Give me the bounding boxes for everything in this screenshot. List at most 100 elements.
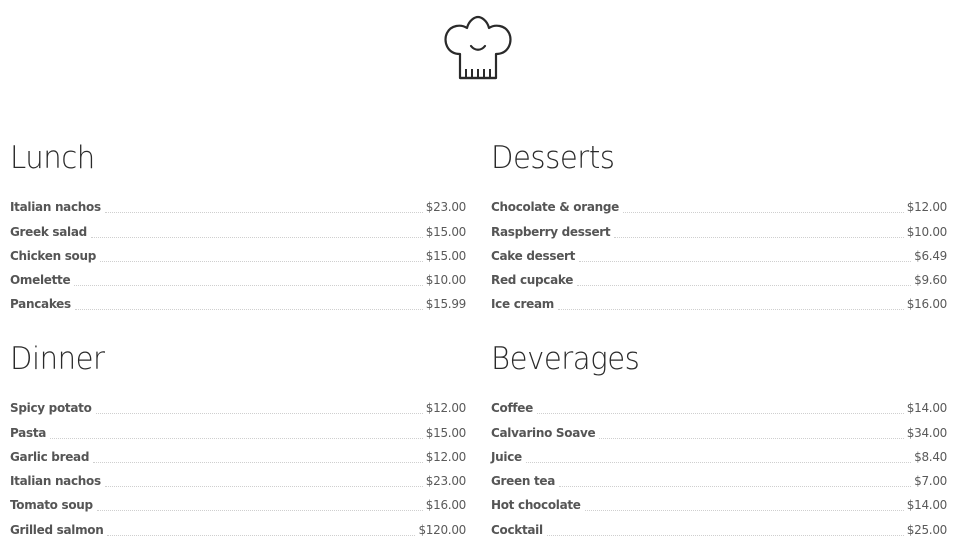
item-name: Cocktail (491, 522, 543, 537)
section-title-beverages: Beverages (491, 341, 640, 377)
menu-item: Tomato soup $16.00 (10, 488, 466, 512)
item-name: Italian nachos (10, 200, 101, 215)
item-price: $15.00 (425, 224, 467, 239)
section-title-lunch: Lunch (10, 140, 95, 176)
dotted-leader (93, 461, 423, 463)
item-price: $15.00 (425, 248, 467, 263)
item-name: Pancakes (10, 297, 71, 312)
menu-item: Green tea $7.00 (491, 464, 947, 488)
section-title-desserts: Desserts (491, 140, 615, 176)
item-name: Pasta (10, 425, 47, 440)
item-name: Tomato soup (10, 498, 93, 513)
menu-item: Grilled salmon $120.00 (10, 512, 466, 537)
dotted-leader (104, 486, 423, 488)
menu-item: Omelette $10.00 (10, 263, 466, 287)
dinner-item-list: Spicy potato $12.00 Pasta $15.00 Garlic br… (10, 391, 467, 537)
menu-item: Hot chocolate $14.00 (491, 488, 947, 512)
dotted-leader (599, 437, 904, 439)
item-name: Spicy potato (10, 401, 92, 416)
item-price: $8.40 (914, 449, 947, 464)
item-name: Juice (491, 449, 522, 464)
dotted-leader (74, 285, 423, 287)
menu-item: Cake dessert $6.49 (491, 239, 947, 263)
item-price: $6.49 (914, 248, 947, 263)
item-price: $15.00 (425, 425, 467, 440)
dotted-leader (614, 236, 904, 238)
menu-item: Pancakes $15.99 (10, 287, 466, 311)
item-name: Chicken soup (10, 248, 97, 263)
beverages-section: Beverages Coffee $14.00 Calvarino Soave $3… (491, 339, 947, 537)
item-price: $120.00 (418, 522, 466, 537)
dotted-leader (107, 534, 416, 536)
dotted-leader (536, 413, 904, 415)
menu-item: Spicy potato $12.00 (10, 391, 466, 415)
menu-item: Raspberry dessert $10.00 (491, 214, 948, 239)
dotted-leader (584, 510, 904, 512)
item-name: Italian nachos (10, 474, 101, 489)
dotted-leader (557, 309, 904, 311)
item-name: Hot chocolate (491, 498, 581, 513)
dotted-leader (525, 461, 912, 463)
item-price: $23.00 (425, 474, 467, 489)
menu-item: Juice $8.40 (491, 440, 947, 464)
item-price: $12.00 (425, 401, 467, 416)
menu-item: Italian nachos $23.00 (10, 190, 466, 214)
menu-item: Garlic bread $12.00 (10, 440, 466, 464)
item-name: Grilled salmon (10, 522, 104, 537)
menu-item: Cocktail $25.00 (491, 512, 948, 537)
menu-item: Italian nachos $23.00 (10, 464, 466, 488)
menu-item: Chocolate & orange $12.00 (491, 190, 947, 214)
item-price: $12.00 (906, 200, 948, 215)
menu-item: Ice cream $16.00 (491, 287, 947, 311)
lunch-item-list: Italian nachos $23.00 Greek salad $15.00 C… (10, 190, 466, 311)
dotted-leader (546, 534, 904, 536)
menu-item: Calvarino Soave $34.00 (491, 415, 948, 440)
dotted-leader (559, 486, 912, 488)
dotted-leader (50, 437, 423, 439)
item-name: Omelette (10, 273, 71, 288)
item-price: $14.00 (906, 498, 948, 513)
item-name: Cake dessert (491, 248, 576, 263)
item-price: $12.00 (425, 449, 467, 464)
dotted-leader (577, 285, 912, 287)
dotted-leader (96, 510, 423, 512)
item-name: Red cupcake (491, 273, 574, 288)
item-price: $10.00 (906, 224, 948, 239)
dotted-leader (104, 212, 423, 214)
item-name: Greek salad (10, 224, 87, 239)
chef-hat-icon (441, 14, 515, 82)
item-name: Chocolate & orange (491, 200, 619, 215)
item-price: $9.60 (914, 273, 947, 288)
dinner-section: Dinner Spicy potato $12.00 Pasta $15.00 Ga… (10, 339, 466, 537)
dotted-leader (90, 236, 423, 238)
item-name: Coffee (491, 401, 533, 416)
menu-item: Chicken soup $15.00 (10, 239, 466, 263)
dotted-leader (623, 212, 904, 214)
dotted-leader (579, 260, 912, 262)
dotted-leader (100, 260, 423, 262)
dotted-leader (74, 309, 423, 311)
menu-item: Coffee $14.00 (491, 391, 947, 415)
item-name: Calvarino Soave (491, 425, 596, 440)
item-price: $16.00 (906, 297, 948, 312)
lunch-section: Lunch Italian nachos $23.00 Greek salad $1… (10, 138, 466, 311)
section-title-dinner: Dinner (10, 341, 105, 377)
item-price: $23.00 (425, 200, 467, 215)
item-name: Raspberry dessert (491, 224, 611, 239)
beverages-item-list: Coffee $14.00 Calvarino Soave $34.00 Juice… (491, 391, 948, 537)
item-price: $25.00 (906, 522, 948, 537)
item-price: $16.00 (425, 498, 467, 513)
item-price: $15.99 (425, 297, 467, 312)
item-price: $34.00 (906, 425, 948, 440)
item-price: $10.00 (425, 273, 467, 288)
menu-item: Red cupcake $9.60 (491, 263, 947, 287)
item-name: Ice cream (491, 297, 554, 312)
menu-item: Greek salad $15.00 (10, 214, 467, 239)
desserts-item-list: Chocolate & orange $12.00 Raspberry desse… (491, 190, 947, 311)
item-name: Garlic bread (10, 449, 90, 464)
item-price: $14.00 (906, 401, 948, 416)
dotted-leader (95, 413, 423, 415)
desserts-section: Desserts Chocolate & orange $12.00 Raspbe… (491, 138, 947, 311)
menu-item: Pasta $15.00 (10, 415, 467, 440)
item-price: $7.00 (914, 474, 947, 489)
